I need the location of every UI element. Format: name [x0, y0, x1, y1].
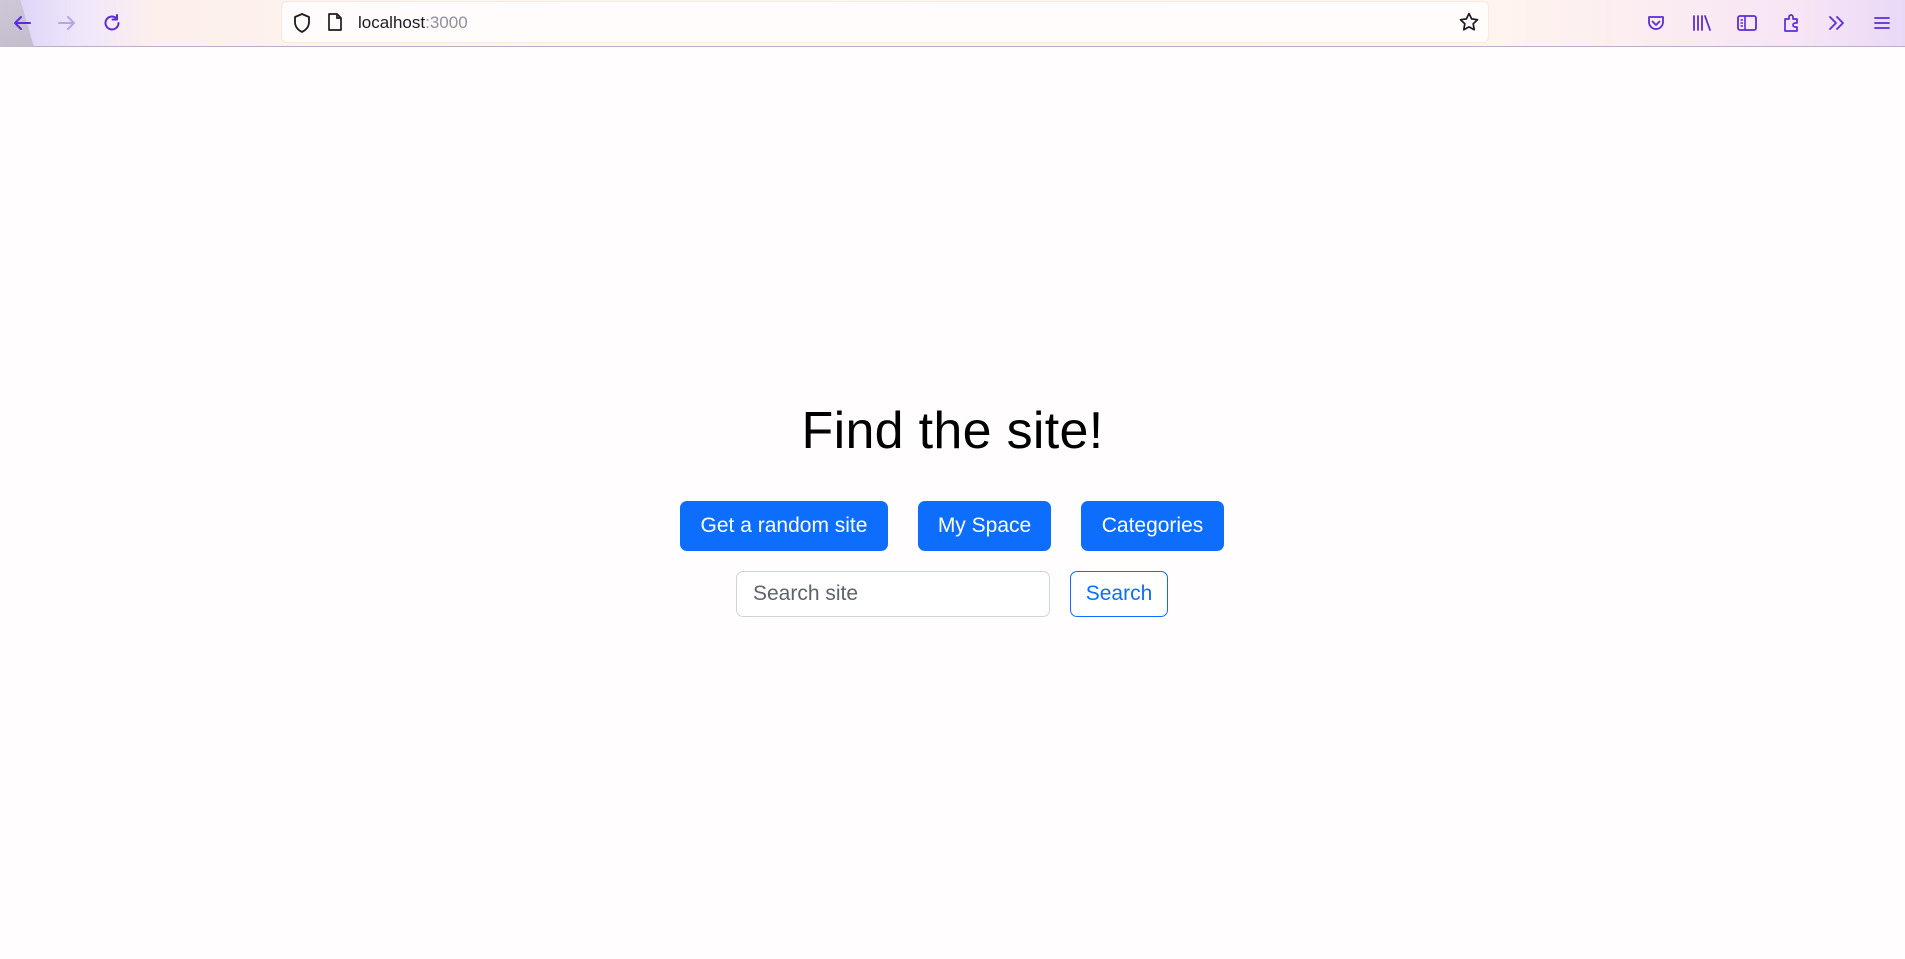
random-site-button[interactable]: Get a random site — [680, 501, 888, 551]
forward-button[interactable] — [52, 8, 82, 38]
overflow-chevron-icon[interactable] — [1823, 9, 1851, 37]
bookmark-star-icon[interactable] — [1458, 11, 1480, 38]
page-info-icon[interactable] — [326, 12, 344, 37]
extensions-icon[interactable] — [1778, 9, 1806, 37]
url-text[interactable]: localhost:3000 — [358, 13, 468, 33]
search-button[interactable]: Search — [1070, 571, 1168, 617]
reload-icon — [104, 14, 120, 31]
page-content: Find the site! Get a random site My Spac… — [0, 48, 1905, 959]
address-bar[interactable]: localhost:3000 — [282, 2, 1488, 42]
pocket-icon[interactable] — [1642, 9, 1670, 37]
url-host: localhost — [358, 13, 426, 32]
sidebar-icon[interactable] — [1733, 9, 1761, 37]
back-button[interactable] — [7, 8, 37, 38]
search-input[interactable] — [736, 571, 1050, 617]
categories-button[interactable]: Categories — [1081, 501, 1224, 551]
tracking-protection-shield-icon[interactable] — [292, 12, 312, 39]
url-port: :3000 — [425, 13, 468, 32]
library-icon[interactable] — [1688, 9, 1716, 37]
forward-arrow-icon — [58, 16, 75, 30]
hamburger-menu-icon[interactable] — [1868, 9, 1896, 37]
browser-toolbar: localhost:3000 — [0, 0, 1905, 47]
my-space-button[interactable]: My Space — [918, 501, 1051, 551]
reload-button[interactable] — [97, 8, 127, 38]
page-title: Find the site! — [801, 402, 1104, 460]
back-arrow-icon — [14, 16, 31, 30]
